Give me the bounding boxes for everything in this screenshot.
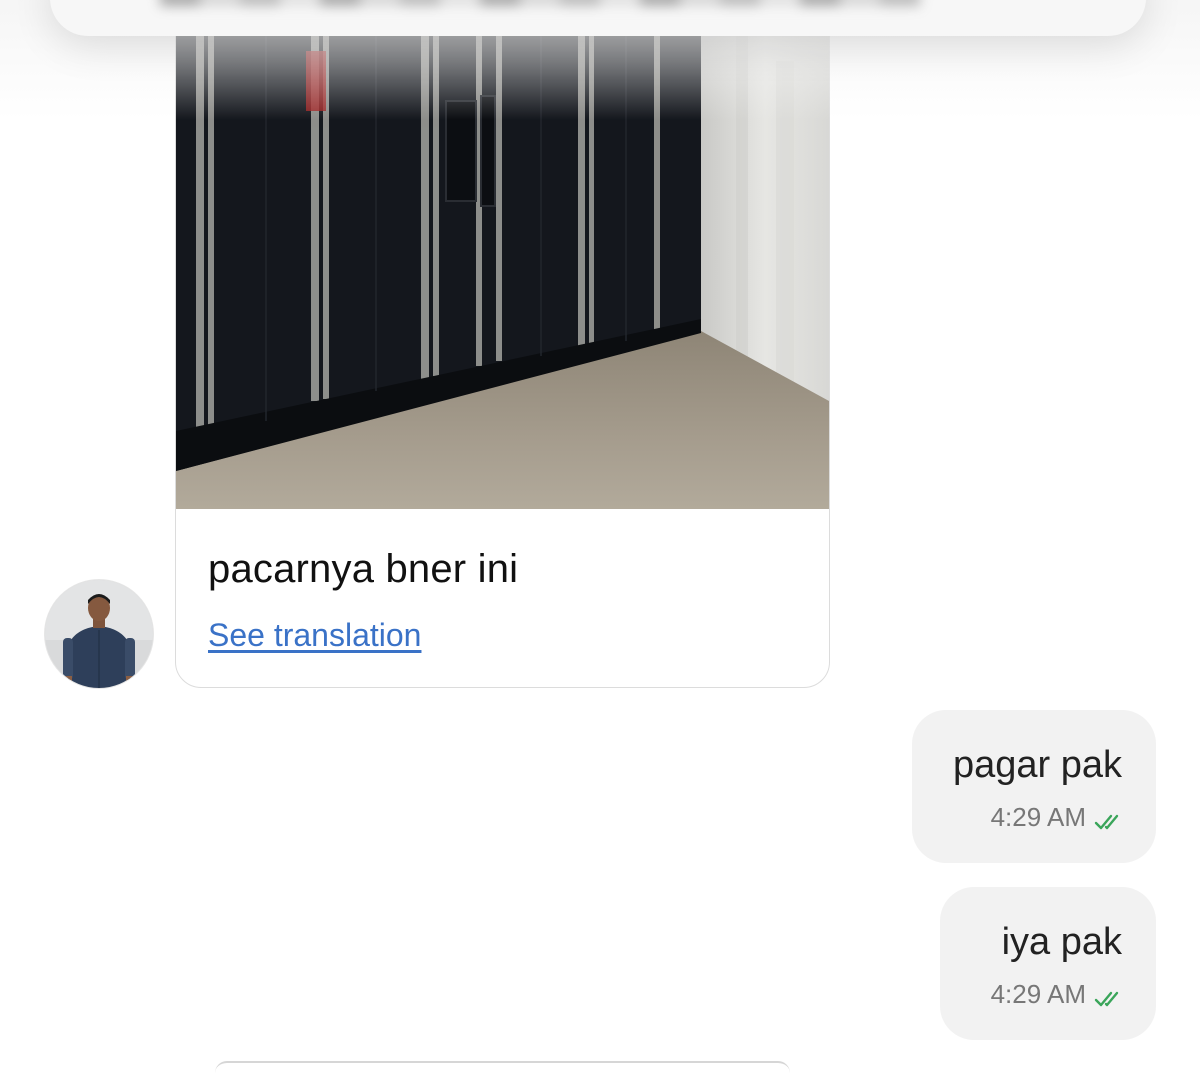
message-time: 4:29 AM bbox=[990, 979, 1086, 1009]
header-bar bbox=[50, 0, 1146, 36]
message-time: 4:29 AM bbox=[990, 802, 1086, 832]
message-text: iya pak bbox=[1001, 921, 1122, 963]
sender-avatar[interactable] bbox=[44, 579, 154, 689]
gate-photo[interactable] bbox=[176, 1, 829, 509]
see-translation-link[interactable]: See translation bbox=[208, 617, 421, 654]
message-meta: 4:29 AM bbox=[991, 802, 1124, 833]
double-check-icon bbox=[1094, 985, 1124, 1006]
blurred-header-content bbox=[160, 0, 920, 6]
message-caption: pacarnya bner ini bbox=[208, 547, 519, 591]
message-meta: 4:29 AM bbox=[991, 979, 1124, 1010]
next-message-edge bbox=[215, 1061, 790, 1073]
incoming-message-card[interactable]: pacarnya bner ini See translation bbox=[175, 0, 830, 688]
double-check-icon bbox=[1094, 808, 1124, 829]
outgoing-message[interactable]: iya pak 4:29 AM bbox=[940, 887, 1156, 1040]
outgoing-message[interactable]: pagar pak 4:29 AM bbox=[912, 710, 1156, 863]
message-text: pagar pak bbox=[952, 744, 1122, 786]
